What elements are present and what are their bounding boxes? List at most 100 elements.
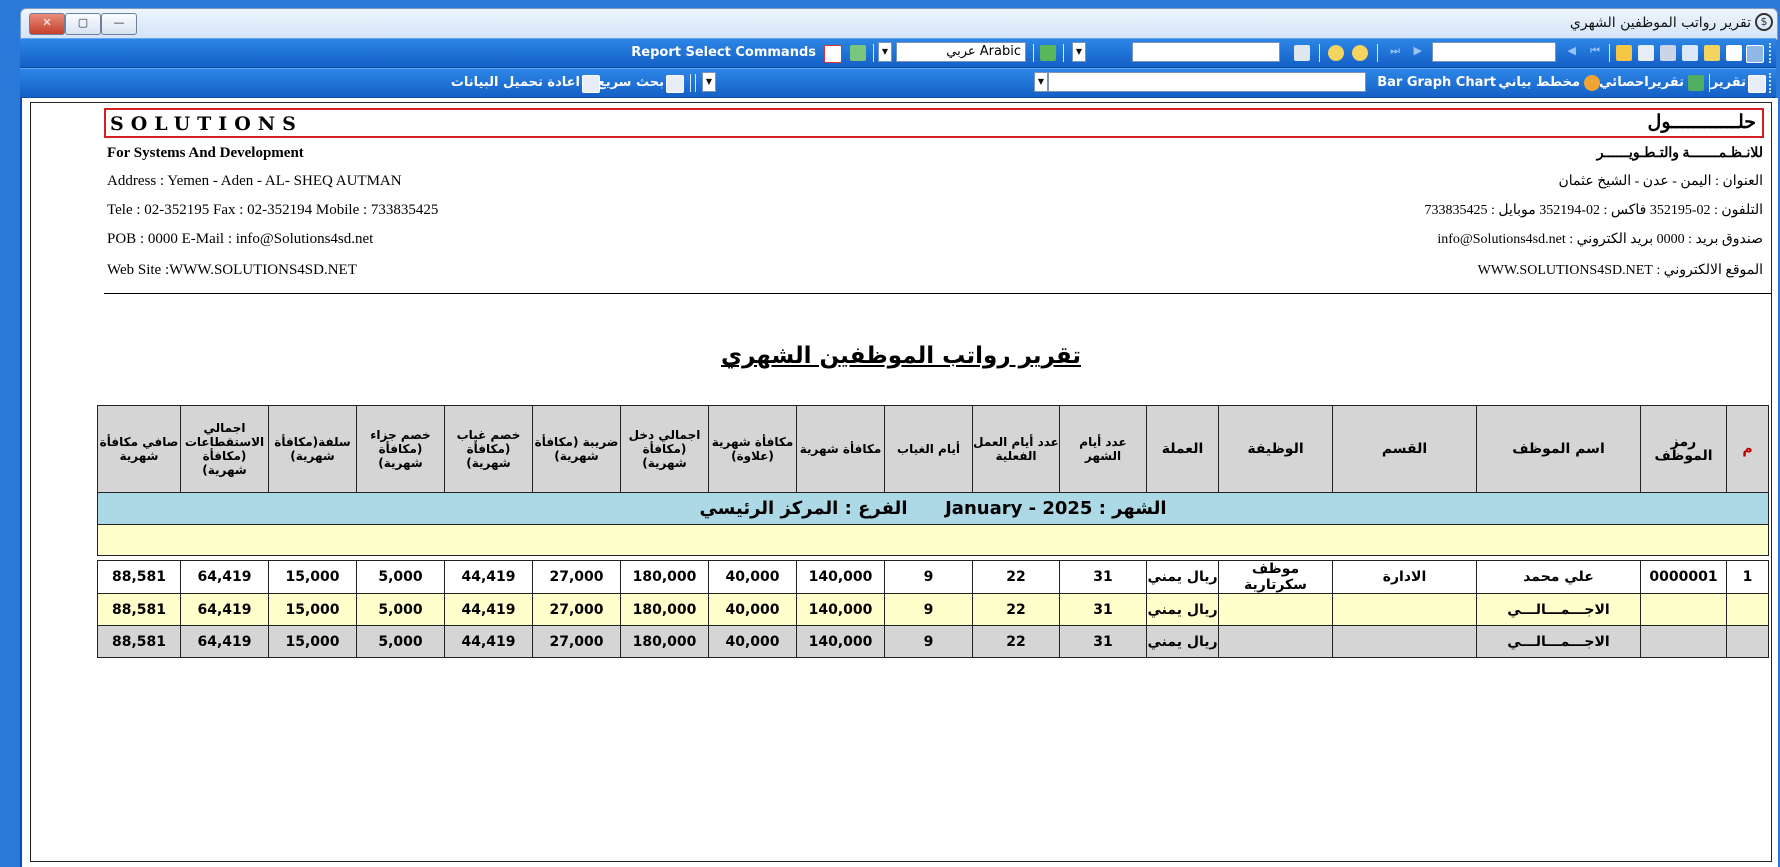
month-label: الشهر :: [1098, 498, 1167, 519]
column-header: القسم: [1332, 405, 1477, 493]
table-header-row: م رمز الموظف اسم الموظف القسم الوظيفة ال…: [97, 405, 1769, 493]
export-icon[interactable]: [1746, 45, 1764, 63]
chart-button[interactable]: مخطط بياني: [1498, 75, 1580, 90]
toolbar-separator: [1319, 44, 1320, 62]
total-cell: 64,419: [180, 625, 269, 658]
print-preview-icon[interactable]: [1682, 45, 1698, 61]
toolbar-separator: [1609, 44, 1610, 62]
statistical-report-button[interactable]: تقريراحصائي: [1599, 75, 1684, 90]
table-row[interactable]: 1 0000001 علي محمد الادارة موظف سكرتارية…: [97, 560, 1769, 594]
first-page-icon[interactable]: ⏮: [1590, 44, 1600, 58]
language-select[interactable]: Arabic عربي: [896, 42, 1026, 62]
cancel-icon[interactable]: [824, 45, 842, 63]
search-value-dropdown-arrow[interactable]: ▼: [702, 72, 716, 92]
page-number-input[interactable]: [1432, 42, 1556, 62]
copy-icon[interactable]: [1638, 45, 1654, 61]
toolbar-grip[interactable]: [1769, 43, 1774, 63]
pob-email-en: POB : 0000 E-Mail : info@Solutions4sd.ne…: [107, 231, 374, 247]
language-ar-label: عربي: [946, 44, 976, 59]
report-page: SOLUTIONS حلــــــــــــول For Systems A…: [30, 102, 1772, 862]
total-cell: [1726, 625, 1769, 658]
report-toolbar: ⏮ ◀ ▶ ⏭ ▼ Arabic عربي ▼ Report Select Co…: [20, 38, 1776, 68]
search-field-dropdown-arrow[interactable]: ▼: [1034, 72, 1048, 92]
column-header: أيام الغياب: [884, 405, 973, 493]
company-name-ar: حلــــــــــــول: [1647, 111, 1756, 133]
column-header: اسم الموظف: [1476, 405, 1641, 493]
pob-email-ar: صندوق بريد : 0000 بريد الكتروني : info@S…: [1437, 232, 1763, 247]
total-cell: 31: [1059, 593, 1147, 626]
zoom-in-icon[interactable]: [1352, 45, 1368, 61]
total-cell: [1640, 593, 1727, 626]
branch-value: المركز الرئيسي: [699, 498, 839, 519]
zoom-dropdown-arrow[interactable]: ▼: [1072, 42, 1086, 62]
close-button[interactable]: ✕: [29, 13, 65, 35]
page-setup-icon[interactable]: [1294, 45, 1310, 61]
total-cell: 27,000: [532, 625, 621, 658]
column-header: اجمالي الاستقطاعات (مكافأة شهرية): [180, 405, 269, 493]
reload-icon[interactable]: [582, 75, 600, 93]
net-bonus-cell: 88,581: [97, 560, 181, 594]
column-header: خصم غياب (مكافأة شهرية): [444, 405, 533, 493]
language-en-label: Arabic: [979, 44, 1021, 59]
total-currency-cell: ريال يمني: [1146, 625, 1219, 658]
company-name-en: SOLUTIONS: [110, 113, 303, 135]
gross-income-cell: 180,000: [620, 560, 709, 594]
minimize-button[interactable]: —: [101, 13, 137, 35]
column-header: عدد أيام الشهر: [1059, 405, 1147, 493]
website-ar: الموقع الالكتروني : WWW.SOLUTIONS4SD.NET: [1477, 263, 1763, 278]
advance-cell: 15,000: [268, 560, 357, 594]
apply-icon[interactable]: [850, 45, 866, 61]
chart-icon[interactable]: [1584, 75, 1600, 91]
column-header: مكافأة شهرية: [796, 405, 885, 493]
toolbar-separator: [1377, 44, 1378, 62]
report-viewer[interactable]: SOLUTIONS حلــــــــــــول For Systems A…: [20, 98, 1778, 867]
save-icon[interactable]: [1660, 45, 1676, 61]
total-cell: [1332, 625, 1477, 658]
website-en: Web Site :WWW.SOLUTIONS4SD.NET: [107, 262, 357, 278]
total-cell: 140,000: [796, 593, 885, 626]
new-page-icon[interactable]: [1726, 45, 1742, 61]
total-cell: 22: [972, 625, 1060, 658]
zoom-select[interactable]: [1132, 42, 1280, 62]
column-header: رمز الموظف: [1640, 405, 1727, 493]
total-cell: 180,000: [620, 625, 709, 658]
title-bar: ✕ ▢ — تقرير رواتب الموظفين الشهري $: [20, 8, 1778, 40]
quick-search-button[interactable]: بحث سريع: [597, 75, 664, 90]
quick-search-icon[interactable]: [666, 75, 684, 93]
total-cell: [1640, 625, 1727, 658]
search-field-select[interactable]: [1048, 72, 1366, 92]
total-label-cell: الاجـــمـــالـــي: [1476, 593, 1641, 626]
reload-data-button[interactable]: اعادة تحميل البيانات: [451, 75, 580, 90]
next-page-icon[interactable]: ▶: [1414, 44, 1422, 57]
toolbar-separator: [1033, 44, 1034, 62]
prev-page-icon[interactable]: ◀: [1568, 44, 1576, 57]
group-total-row: الاجـــمـــالـــي ريال يمني 31 22 9 140,…: [97, 593, 1769, 626]
toolbar-separator: [690, 74, 691, 92]
statistics-icon[interactable]: [1688, 75, 1704, 91]
company-subtitle-ar: للانـظـمـــــــة والتـطـويــــــر: [1596, 146, 1763, 161]
company-header-box: SOLUTIONS حلــــــــــــول: [104, 108, 1764, 138]
total-cell: 140,000: [796, 625, 885, 658]
group-header-row: الشهر : January - 2025 الفرع : المركز ال…: [97, 492, 1769, 525]
total-cell: [1218, 625, 1333, 658]
report-view-icon[interactable]: [1748, 75, 1766, 93]
absence-days-cell: 9: [884, 560, 973, 594]
total-label-cell: الاجـــمـــالـــي: [1476, 625, 1641, 658]
toolbar-separator: [1063, 44, 1064, 62]
total-cell: 5,000: [356, 593, 445, 626]
total-cell: 40,000: [708, 593, 797, 626]
tax-cell: 27,000: [532, 560, 621, 594]
last-page-icon[interactable]: ⏭: [1390, 44, 1400, 58]
total-cell: 15,000: [268, 593, 357, 626]
language-dropdown-arrow[interactable]: ▼: [878, 42, 892, 62]
search-icon[interactable]: [1704, 45, 1720, 61]
column-header: اجمالي دخل (مكافأة شهرية): [620, 405, 709, 493]
refresh-icon[interactable]: [1040, 45, 1056, 61]
zoom-out-icon[interactable]: [1328, 45, 1344, 61]
folder-icon[interactable]: [1616, 45, 1632, 61]
toolbar-grip[interactable]: [1769, 73, 1774, 93]
restore-button[interactable]: ▢: [65, 13, 101, 35]
total-cell: 64,419: [180, 593, 269, 626]
total-cell: [1726, 593, 1769, 626]
report-view-button[interactable]: تقرير: [1711, 75, 1746, 90]
